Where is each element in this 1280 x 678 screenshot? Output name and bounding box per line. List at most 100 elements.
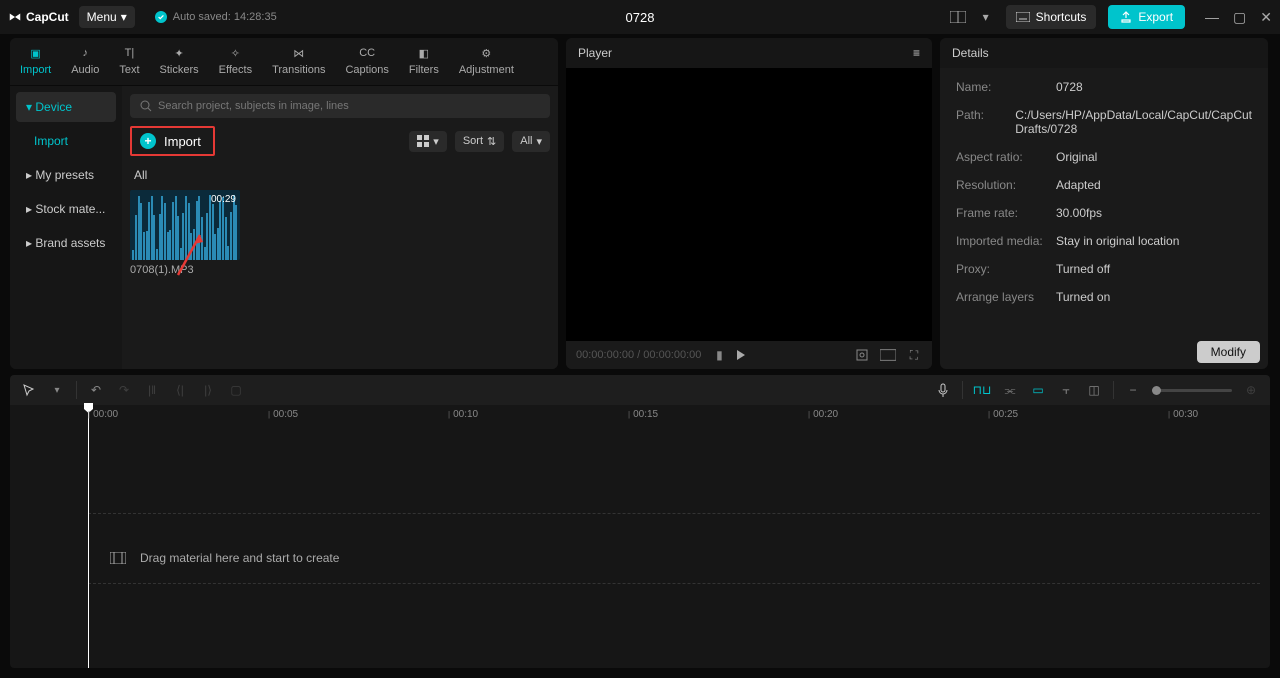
view-grid-button[interactable]: ▾ xyxy=(409,131,447,152)
mic-icon[interactable] xyxy=(934,381,952,399)
autosave-status: Auto saved: 14:28:35 xyxy=(155,11,277,23)
details-row: Path:C:/Users/HP/AppData/Local/CapCut/Ca… xyxy=(956,108,1252,136)
filter-all-label: All xyxy=(520,135,532,147)
details-label: Aspect ratio: xyxy=(956,150,1056,164)
menu-button[interactable]: Menu ▾ xyxy=(79,6,135,28)
capcut-logo-icon xyxy=(8,10,22,24)
playhead-line xyxy=(88,423,89,668)
minimize-icon[interactable]: — xyxy=(1205,9,1219,26)
sidebar-item-device[interactable]: ▾ Device xyxy=(16,92,116,122)
trim-right-icon[interactable]: |⟩ xyxy=(199,381,217,399)
keyboard-icon xyxy=(1016,12,1030,22)
chevron-down-icon[interactable]: ▾ xyxy=(48,381,66,399)
tab-filters[interactable]: ◧Filters xyxy=(399,38,449,85)
clip-duration: 00:29 xyxy=(211,194,236,205)
details-row: Imported media:Stay in original location xyxy=(956,234,1252,248)
preview-icon[interactable]: ▭ xyxy=(1029,381,1047,399)
details-label: Imported media: xyxy=(956,234,1056,248)
redo-icon[interactable]: ↷ xyxy=(115,381,133,399)
search-input[interactable]: Search project, subjects in image, lines xyxy=(130,94,550,118)
cursor-tool-icon[interactable] xyxy=(20,381,38,399)
details-row: Name:0728 xyxy=(956,80,1252,94)
import-button[interactable]: + Import xyxy=(130,126,215,156)
zoom-slider[interactable] xyxy=(1152,389,1232,392)
ruler-mark: 00:10 xyxy=(448,409,478,420)
transitions-icon: ⋈ xyxy=(290,44,308,62)
sidebar-item-import[interactable]: Import xyxy=(16,126,116,156)
hamburger-icon[interactable]: ≡ xyxy=(913,46,920,60)
effects-icon: ✧ xyxy=(226,44,244,62)
tab-transitions[interactable]: ⋈Transitions xyxy=(262,38,335,85)
snapshot-icon[interactable] xyxy=(854,347,870,363)
timeline-ruler[interactable]: 00:0000:0500:1000:1500:2000:2500:30 xyxy=(10,405,1270,423)
timeline-body[interactable]: Drag material here and start to create xyxy=(10,423,1270,668)
details-body: Name:0728 Path:C:/Users/HP/AppData/Local/… xyxy=(940,68,1268,369)
timeline-hint: Drag material here and start to create xyxy=(110,551,339,565)
details-label: Arrange layers xyxy=(956,290,1056,304)
split-icon[interactable]: |‖ xyxy=(143,381,161,399)
tab-import[interactable]: ▣ Import xyxy=(10,38,61,85)
layout-icon[interactable] xyxy=(950,9,966,25)
details-row: Aspect ratio:Original xyxy=(956,150,1252,164)
details-value: Turned off xyxy=(1056,262,1252,276)
clip-filename: 0708(1).MP3 xyxy=(130,264,240,276)
chevron-down-icon[interactable]: ▾ xyxy=(978,9,994,25)
adjustment-icon: ⚙ xyxy=(477,44,495,62)
window-controls: — ▢ ✕ xyxy=(1205,9,1272,26)
details-value: C:/Users/HP/AppData/Local/CapCut/CapCut … xyxy=(1015,108,1252,136)
sidebar-item-brandassets[interactable]: ▸ Brand assets xyxy=(16,228,116,258)
filter-all-button[interactable]: All ▾ xyxy=(512,131,550,152)
autosave-check-icon xyxy=(155,11,167,23)
undo-icon[interactable]: ↶ xyxy=(87,381,105,399)
shortcuts-button[interactable]: Shortcuts xyxy=(1006,5,1097,29)
tab-captions[interactable]: CCCaptions xyxy=(335,38,398,85)
project-title: 0728 xyxy=(626,10,655,25)
ruler-mark: 00:30 xyxy=(1168,409,1198,420)
ratio-icon[interactable] xyxy=(880,347,896,363)
details-value: Stay in original location xyxy=(1056,234,1252,248)
text-icon: T| xyxy=(120,44,138,62)
player-controls: 00:00:00:00 / 00:00:00:00 ▮ ⛶ xyxy=(566,341,932,369)
captions-icon: CC xyxy=(358,44,376,62)
sidebar-item-mypresets[interactable]: ▸ My presets xyxy=(16,160,116,190)
tab-label: Import xyxy=(20,64,51,76)
zoom-in-icon[interactable]: ⊕ xyxy=(1242,381,1260,399)
sort-button[interactable]: Sort ⇅ xyxy=(455,131,504,152)
timecode: 00:00:00:00 / 00:00:00:00 xyxy=(576,349,701,361)
play-button[interactable] xyxy=(737,350,745,360)
delete-icon[interactable]: ▢ xyxy=(227,381,245,399)
export-label: Export xyxy=(1138,10,1173,24)
marker-icon[interactable]: ◫ xyxy=(1085,381,1103,399)
ruler-mark: 00:00 xyxy=(88,409,118,420)
tab-stickers[interactable]: ✦ Stickers xyxy=(150,38,209,85)
close-icon[interactable]: ✕ xyxy=(1260,9,1272,26)
magnet-icon[interactable]: ⊓⊔ xyxy=(973,381,991,399)
tab-label: Stickers xyxy=(160,64,199,76)
details-value: 30.00fps xyxy=(1056,206,1252,220)
prev-frame-icon[interactable]: ▮ xyxy=(711,347,727,363)
media-clip[interactable]: 00:29 0708(1).MP3 xyxy=(130,190,240,276)
details-label: Resolution: xyxy=(956,178,1056,192)
ruler-mark: 00:05 xyxy=(268,409,298,420)
stickers-icon: ✦ xyxy=(170,44,188,62)
tab-audio[interactable]: ♪Audio xyxy=(61,38,109,85)
modify-button[interactable]: Modify xyxy=(1197,341,1260,363)
tab-effects[interactable]: ✧Effects xyxy=(209,38,262,85)
export-button[interactable]: Export xyxy=(1108,5,1185,29)
ruler-mark: 00:15 xyxy=(628,409,658,420)
tab-adjustment[interactable]: ⚙Adjustment xyxy=(449,38,524,85)
fullscreen-icon[interactable]: ⛶ xyxy=(906,347,922,363)
trim-left-icon[interactable]: ⟨| xyxy=(171,381,189,399)
align-icon[interactable]: ⫟ xyxy=(1057,381,1075,399)
sidebar-item-stockmate[interactable]: ▸ Stock mate... xyxy=(16,194,116,224)
details-value: Original xyxy=(1056,150,1252,164)
player-viewport[interactable] xyxy=(566,68,932,341)
maximize-icon[interactable]: ▢ xyxy=(1233,9,1246,26)
link-icon[interactable]: ⫘ xyxy=(1001,381,1019,399)
ruler-mark: 00:25 xyxy=(988,409,1018,420)
import-icon: ▣ xyxy=(27,44,45,62)
tab-text[interactable]: T|Text xyxy=(109,38,149,85)
app-logo: CapCut xyxy=(8,10,69,24)
zoom-out-icon[interactable]: − xyxy=(1124,381,1142,399)
details-header: Details xyxy=(940,38,1268,68)
